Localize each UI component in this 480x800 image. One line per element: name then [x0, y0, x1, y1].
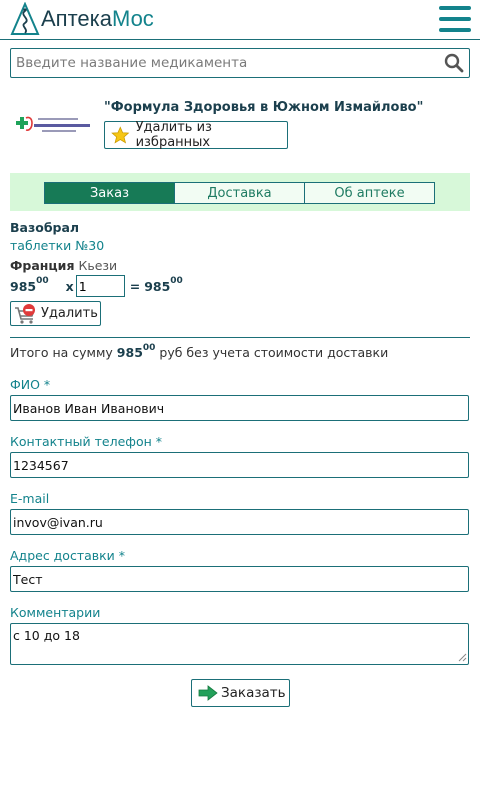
phone-label: Контактный телефон * — [10, 434, 162, 449]
email-label: E-mail — [10, 491, 50, 506]
tabs: Заказ Доставка Об аптеке — [44, 182, 435, 204]
submit-order-label: Заказать — [221, 685, 286, 701]
remove-from-favorites-label: Удалить из избранных — [135, 120, 212, 150]
pharmacy-logo-icon — [10, 2, 40, 35]
product-name[interactable]: Вазобрал — [10, 220, 79, 235]
product-country: Франция — [10, 258, 75, 273]
unit-price: 98500 — [10, 275, 49, 294]
line-total: 98500 — [144, 275, 183, 294]
tab-order[interactable]: Заказ — [45, 183, 174, 203]
fio-field[interactable] — [10, 395, 469, 421]
tabs-bar: Заказ Доставка Об аптеке — [10, 173, 470, 211]
tab-delivery[interactable]: Доставка — [174, 183, 304, 203]
search-bar — [10, 48, 470, 78]
phone-field[interactable] — [10, 452, 469, 478]
search-input[interactable] — [11, 49, 439, 77]
product-origin: Франция Кьези — [10, 258, 117, 273]
email-field[interactable] — [10, 509, 469, 535]
star-icon — [111, 125, 130, 144]
equals-sign: = — [129, 278, 141, 294]
comment-label: Комментарии — [10, 605, 101, 620]
quantity-input[interactable] — [75, 275, 125, 297]
arrow-right-icon — [198, 685, 218, 701]
order-total: Итого на сумму 98500 руб без учета стоим… — [10, 343, 389, 361]
delete-item-button[interactable]: Удалить — [10, 301, 101, 326]
site-logo[interactable]: АптекаМос — [10, 2, 154, 36]
resize-grip-icon[interactable] — [457, 652, 467, 662]
comment-field[interactable]: с 10 до 18 — [10, 623, 469, 665]
search-icon[interactable] — [439, 49, 469, 77]
hamburger-menu-icon[interactable] — [439, 6, 471, 32]
divider — [10, 337, 470, 338]
product-form: таблетки №30 — [10, 238, 105, 253]
pharmacy-chain-logo — [14, 112, 92, 138]
submit-order-button[interactable]: Заказать — [191, 679, 290, 707]
address-label: Адрес доставки * — [10, 548, 126, 563]
address-field[interactable] — [10, 566, 469, 592]
delete-item-label: Удалить — [41, 306, 98, 321]
price-row: 98500 x = 98500 — [10, 275, 183, 297]
site-logo-text: АптекаМос — [41, 6, 154, 31]
cart-remove-icon — [15, 303, 36, 324]
app-header: АптекаМос — [0, 0, 480, 40]
pharmacy-name[interactable]: "Формула Здоровья в Южном Измайлово" — [104, 100, 423, 115]
tab-about-pharmacy[interactable]: Об аптеке — [304, 183, 434, 203]
fio-label: ФИО * — [10, 377, 51, 392]
remove-from-favorites-button[interactable]: Удалить из избранных — [104, 120, 288, 150]
times-sign: x — [65, 278, 74, 294]
product-manufacturer: Кьези — [78, 258, 118, 273]
